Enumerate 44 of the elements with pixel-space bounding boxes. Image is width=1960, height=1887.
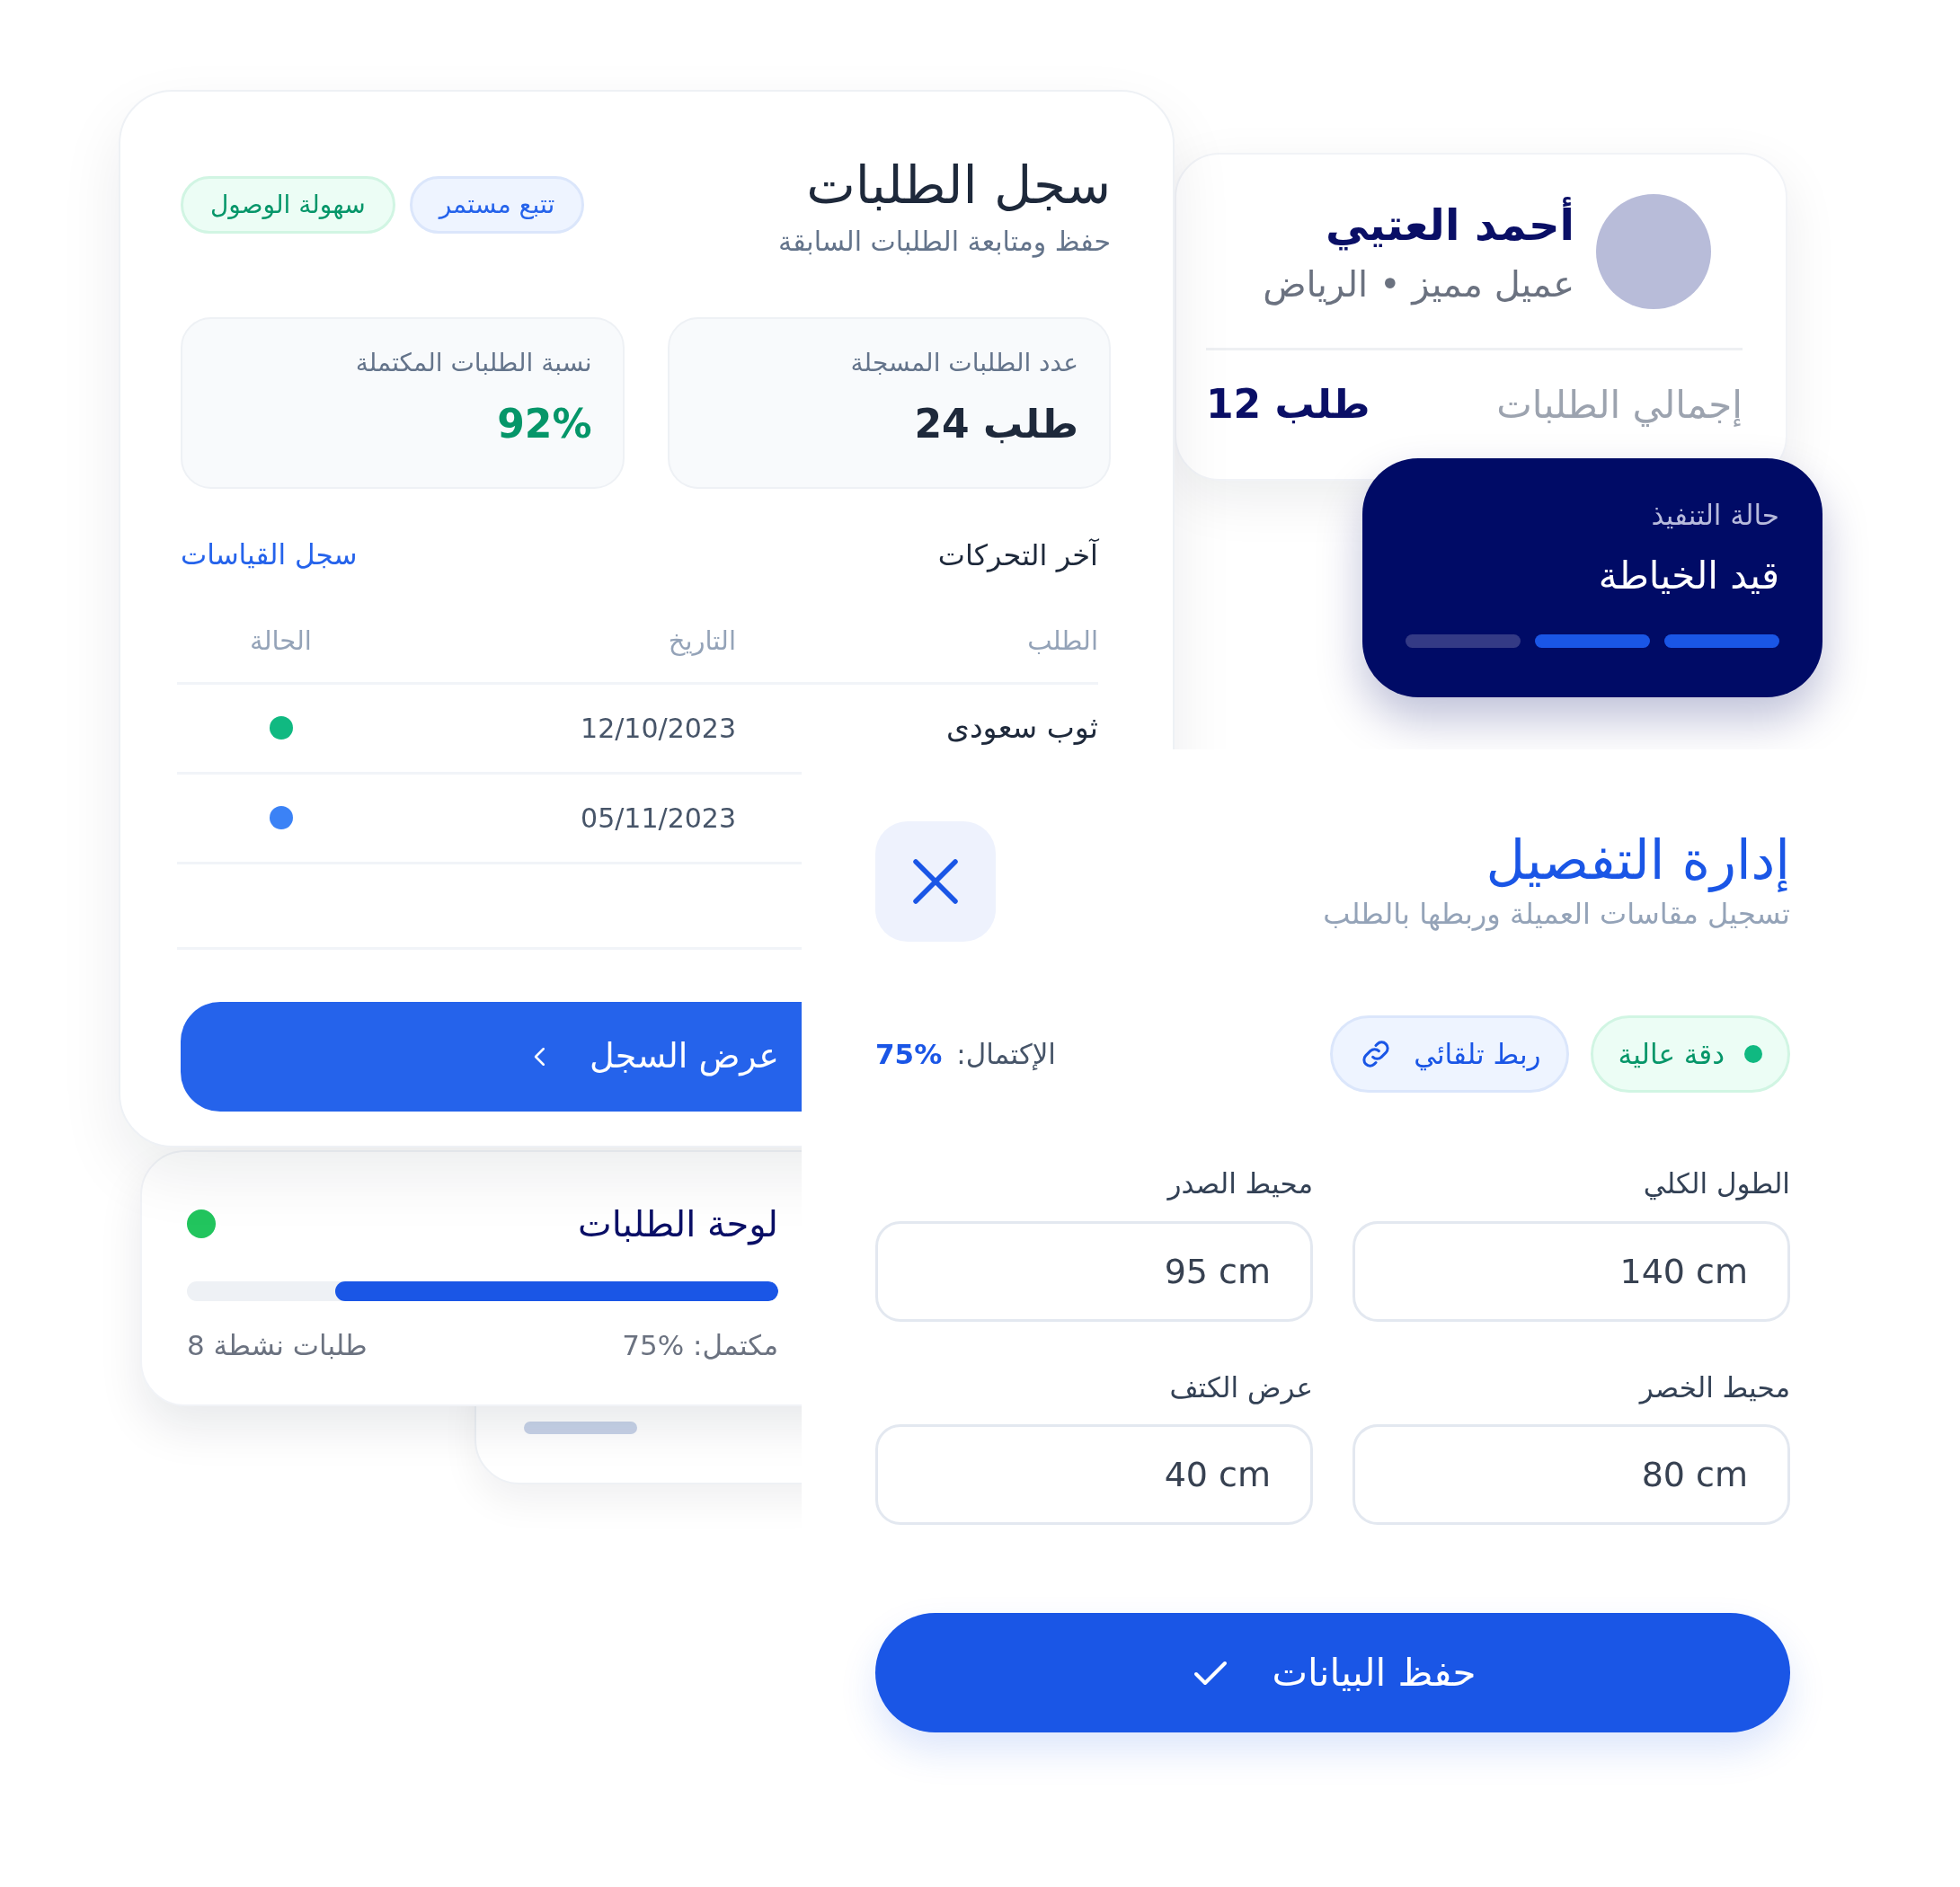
field-label: الطول الكلي [1642,1166,1790,1202]
status-dot [187,1209,216,1238]
save-button[interactable]: حفظ البيانات [875,1613,1790,1732]
stat-value: 92% [496,399,592,448]
total-value: 12 طلب [1206,380,1370,429]
table-cell: 05/11/2023 [581,802,736,834]
column-header: التاريخ [668,625,736,656]
panel-title: إدارة التفصيل [1485,828,1790,892]
tag-label: ربط تلقائي [1414,1036,1541,1073]
card-subtitle: حفظ ومتابعة الطلبات السابقة [778,224,1111,260]
close-button[interactable] [875,821,996,942]
customer-name: أحمد العتيي [1325,196,1574,252]
status-dot [1744,1045,1762,1063]
view-history-button[interactable]: عرض السجل [181,1001,802,1112]
input-field[interactable]: 140 cm [1352,1220,1790,1322]
completed-text: مكتمل: %75 [622,1328,778,1363]
panel-subtitle: تسجيل مقاسات العميلة وربطها بالطلب [1323,896,1790,933]
column-header: الطلب [1027,625,1098,656]
status-value: قيد الخياطة [1597,552,1779,599]
field-label: محيط الصدر [1166,1166,1313,1202]
stat-label: نسبة الطلبات المكتملة [354,346,592,379]
history-link[interactable]: سجل القياسات [181,534,358,576]
card-title: لوحة الطلبات [578,1202,778,1247]
stat-value: 24 طلب [913,399,1078,448]
total-label: إجمالي الطلبات [1496,381,1743,429]
table-cell: 12/10/2023 [581,712,736,744]
completion-value: 75% [875,1036,943,1072]
table-cell: ثوب سعودى [946,710,1098,746]
stat-label: عدد الطلبات المسجلة [849,346,1078,379]
completion-label: الإكتمال: [956,1036,1056,1072]
input-field[interactable]: 40 cm [875,1424,1313,1525]
column-header: الحالة [250,624,312,658]
card-title: سجل الطلبات [805,155,1111,217]
input-field[interactable]: 80 cm [1352,1424,1790,1525]
section-title: آخر التحركات [937,536,1098,574]
field-label: محيط الخصر [1637,1369,1790,1406]
status-label: حالة التنفيذ [1650,498,1779,533]
active-orders-text: 8 طلبات نشطة [187,1328,368,1363]
field-label: عرض الكتف [1168,1369,1313,1406]
customer-subtitle: عميل مميز • الرياض [1263,261,1574,307]
tag-label: دقة عالية [1618,1036,1725,1072]
tag: تتبع مستمر [409,176,585,234]
input-field[interactable]: 95 cm [875,1220,1313,1322]
tag: سهولة الوصول [181,176,395,234]
